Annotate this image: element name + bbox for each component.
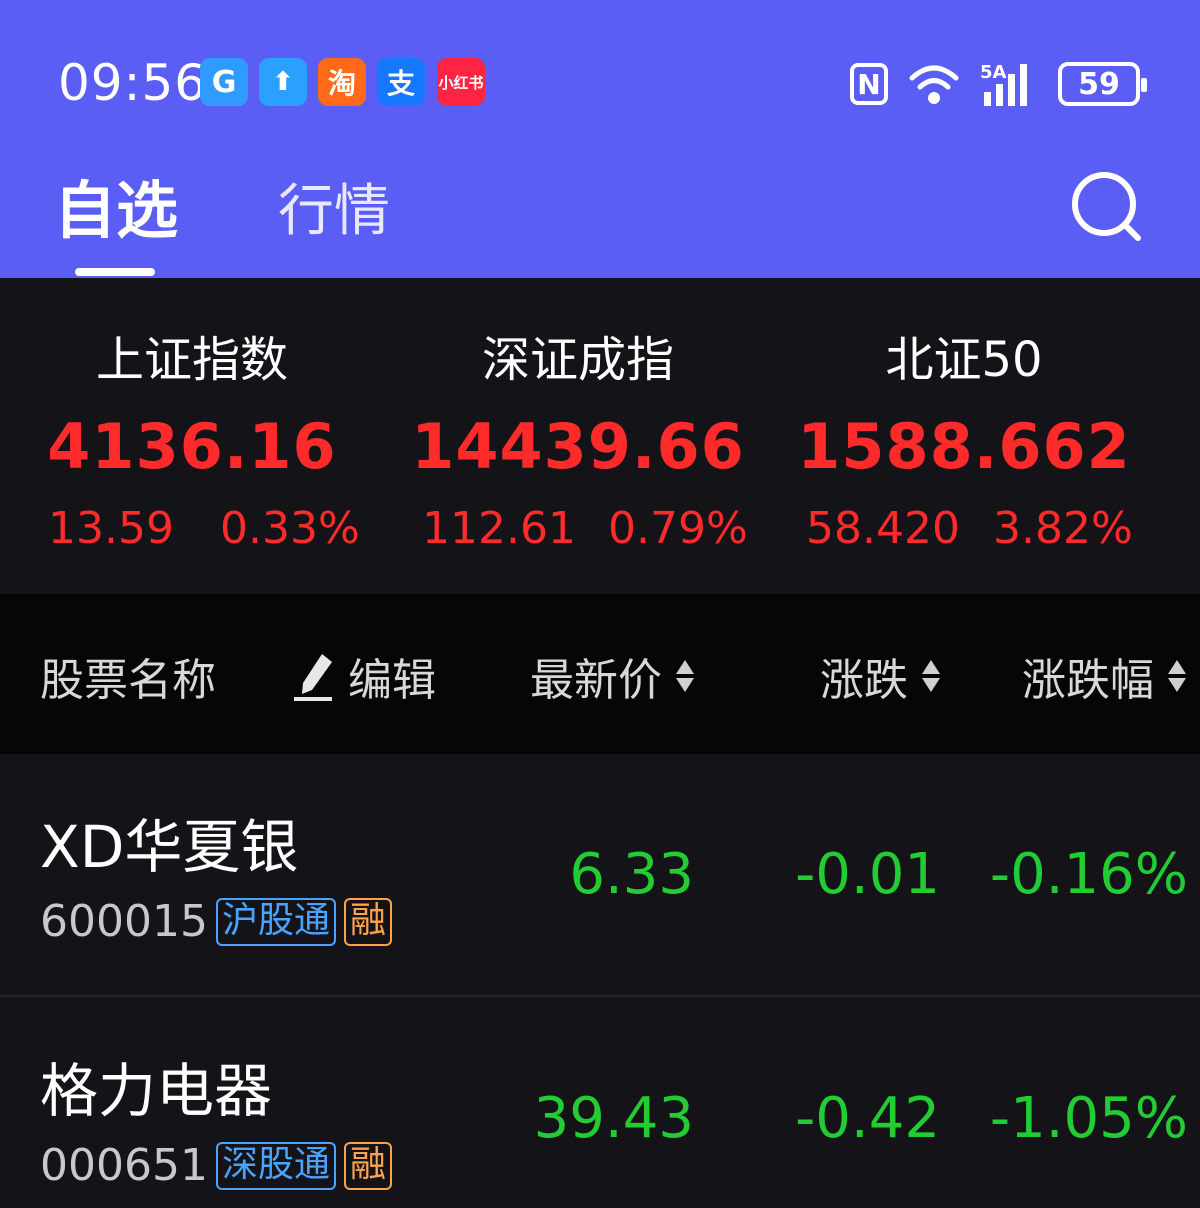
index-change-percent: 0.33% [220, 503, 360, 554]
index-value: 14439.66 [411, 410, 745, 483]
sort-arrows-icon [1168, 660, 1186, 692]
battery-level: 59 [1078, 66, 1120, 102]
index-change: 13.59 [48, 503, 174, 554]
connect-badge: 沪股通 [215, 897, 336, 946]
watchlist-column-header: 股票名称 编辑 最新价 涨跌 涨跌幅 [0, 594, 1200, 754]
index-value: 4136.16 [47, 410, 337, 483]
index-change-percent: 3.82% [993, 503, 1133, 554]
network-type-label: 5A [980, 62, 1007, 83]
index-card-shanghai[interactable]: 上证指数 4136.16 13.59 0.33% [0, 278, 392, 594]
column-change-percent-label: 涨跌幅 [1022, 655, 1154, 706]
column-price-label: 最新价 [530, 655, 662, 706]
search-icon[interactable] [1068, 168, 1144, 244]
index-card-shenzhen[interactable]: 深证成指 14439.66 112.61 0.79% [378, 278, 778, 594]
active-tab-indicator [75, 268, 155, 276]
taobao-icon: 淘 [318, 58, 366, 106]
stock-change: -0.42 [795, 1086, 940, 1151]
battery-icon: 59 [1058, 62, 1147, 106]
xiaohongshu-icon: 小红书 [437, 58, 485, 106]
stock-code-line: 600015 沪股通 融 [40, 896, 392, 947]
stock-change-percent: -0.16% [989, 842, 1188, 907]
app-header: 09:56 G ⬆ 淘 支 小红书 N 5A 59 自选 行情 [0, 0, 1200, 278]
stock-name: XD华夏银 [40, 813, 299, 881]
tab-watchlist[interactable]: 自选 [54, 160, 178, 250]
upload-icon: ⬆ [259, 58, 307, 106]
alipay-icon: 支 [377, 58, 425, 106]
stock-change-percent: -1.05% [989, 1086, 1188, 1151]
index-change: 112.61 [422, 503, 576, 554]
margin-badge: 融 [343, 897, 392, 946]
index-name: 上证指数 [95, 332, 288, 388]
stock-price: 39.43 [533, 1086, 694, 1151]
sort-by-change[interactable]: 涨跌 [820, 644, 940, 708]
connect-badge: 深股通 [215, 1141, 336, 1190]
pencil-icon [294, 654, 332, 701]
stock-price: 6.33 [569, 842, 694, 907]
edit-label: 编辑 [348, 655, 436, 706]
market-index-panel: 上证指数 4136.16 13.59 0.33% 深证成指 14439.66 1… [0, 278, 1200, 594]
stock-code: 000651 [40, 1140, 208, 1191]
stock-row[interactable]: XD华夏银 600015 沪股通 融 6.33 -0.01 -0.16% [0, 754, 1200, 997]
wifi-icon [909, 65, 959, 104]
sort-by-price[interactable]: 最新价 [530, 644, 694, 708]
stock-row[interactable]: 格力电器 000651 深股通 融 39.43 -0.42 -1.05% [0, 998, 1200, 1208]
edit-button[interactable]: 编辑 [292, 644, 436, 708]
index-name: 北证50 [885, 332, 1043, 388]
sort-arrows-icon [922, 660, 940, 692]
margin-badge: 融 [343, 1141, 392, 1190]
index-change-percent: 0.79% [608, 503, 748, 554]
index-name: 深证成指 [481, 332, 674, 388]
index-change: 58.420 [806, 503, 960, 554]
status-indicators: N 5A 59 [850, 60, 1147, 108]
column-stock-name: 股票名称 [40, 655, 216, 706]
status-bar: 09:56 G ⬆ 淘 支 小红书 N 5A 59 [0, 48, 1200, 120]
cellular-signal-icon: 5A [980, 62, 1027, 106]
column-change-label: 涨跌 [820, 655, 908, 706]
sort-by-change-percent[interactable]: 涨跌幅 [1022, 644, 1186, 708]
stock-code: 600015 [40, 896, 208, 947]
sort-arrows-icon [676, 660, 694, 692]
app-icon-1: G [200, 58, 248, 106]
index-card-beijing50[interactable]: 北证50 1588.662 58.420 3.82% [764, 278, 1164, 594]
nfc-icon: N [850, 63, 888, 105]
stock-change: -0.01 [795, 842, 940, 907]
index-value: 1588.662 [797, 410, 1131, 483]
stock-code-line: 000651 深股通 融 [40, 1140, 392, 1191]
tab-market[interactable]: 行情 [278, 166, 390, 247]
stock-name: 格力电器 [40, 1057, 273, 1125]
status-time: 09:56 [58, 54, 208, 112]
